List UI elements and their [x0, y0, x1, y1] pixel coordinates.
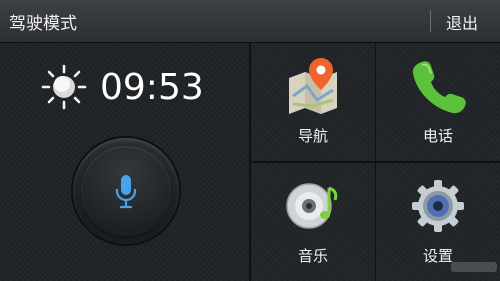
phone-icon: [412, 61, 466, 114]
app-grid: 导航 电话 音乐 设置: [249, 43, 500, 281]
music-disc-icon: [286, 183, 338, 229]
map-pin-icon: [289, 58, 337, 114]
music-tile[interactable]: 音乐: [251, 163, 375, 281]
header-divider: [430, 10, 431, 32]
voice-button-inner: [81, 146, 171, 236]
page-title: 驾驶模式: [9, 14, 77, 34]
voice-button[interactable]: [73, 138, 179, 244]
watermark: [451, 262, 497, 272]
microphone-icon: [115, 175, 137, 209]
music-label: 音乐: [297, 247, 328, 265]
phone-label: 电话: [422, 127, 453, 145]
top-bar: 驾驶模式 退出: [0, 0, 500, 43]
sunny-icon: [41, 64, 87, 110]
navigation-label: 导航: [297, 127, 328, 145]
exit-button[interactable]: 退出: [446, 10, 478, 34]
gear-icon: [412, 180, 464, 232]
navigation-tile[interactable]: 导航: [251, 43, 375, 161]
clock-time: 09:53: [100, 67, 204, 108]
phone-tile[interactable]: 电话: [376, 43, 500, 161]
